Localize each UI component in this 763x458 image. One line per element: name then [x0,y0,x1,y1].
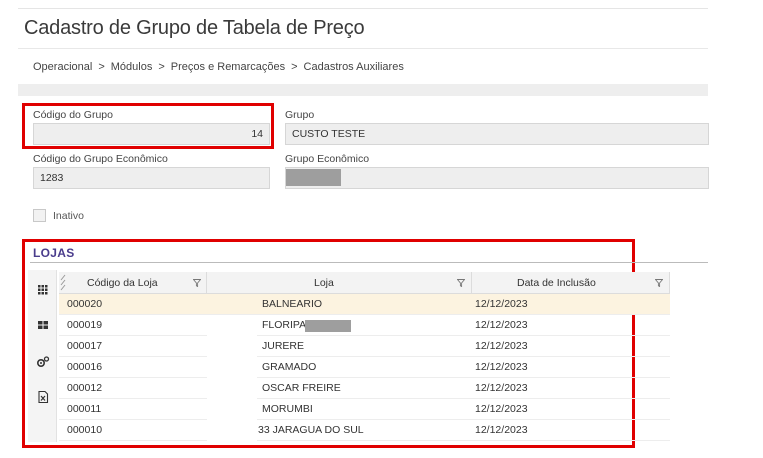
breadcrumb-separator: > [158,61,165,73]
codigo-grupo-economico-label: Código do Grupo Econômico [33,153,168,165]
cell-data: 12/12/2023 [475,403,528,415]
column-header-codigo[interactable]: Código da Loja [59,272,207,294]
cell-data: 12/12/2023 [475,382,528,394]
breadcrumb-item-precos[interactable]: Preços e Remarcações [171,61,285,73]
highlight-codigo-grupo [22,103,274,149]
breadcrumb-item-cadastros[interactable]: Cadastros Auxiliares [304,61,404,73]
column-header-label: Loja [314,277,334,289]
cell-data: 12/12/2023 [475,340,528,352]
lojas-divider [30,262,708,263]
cell-loja: JURERE [262,340,305,352]
redaction-mask [286,169,341,186]
cell-codigo: 000016 [67,361,103,373]
lojas-section-title: LOJAS [33,246,75,260]
inativo-checkbox[interactable] [33,209,46,222]
table-row[interactable]: 000017 JURERE 12/12/2023 [59,336,670,357]
cell-codigo: 000019 [67,319,103,331]
excel-export-icon[interactable] [36,390,50,404]
cell-loja: OSCAR FREIRE [262,382,341,394]
redaction-mask [305,320,351,332]
cell-codigo: 000011 [67,403,102,415]
breadcrumb-item-operacional[interactable]: Operacional [33,61,92,73]
column-header-label: Data de Inclusão [517,277,596,289]
table-row[interactable]: 000016 GRAMADO 12/12/2023 [59,357,670,378]
filter-icon[interactable] [457,279,465,287]
inativo-label: Inativo [53,210,84,222]
breadcrumb: Operacional > Módulos > Preços e Remarca… [33,61,404,73]
table-row[interactable]: 000020 BALNEARIO 12/12/2023 [59,294,670,315]
cell-data: 12/12/2023 [475,361,528,373]
grupo-economico-field[interactable] [285,167,709,189]
filter-icon[interactable] [193,279,201,287]
cell-data: 12/12/2023 [475,298,528,310]
table-row[interactable]: 000019 FLORIPA 12/12/2023 [59,315,670,336]
filter-icon[interactable] [655,279,663,287]
cell-codigo: 000010 [67,424,103,436]
breadcrumb-item-modulos[interactable]: Módulos [111,61,153,73]
toolbar-strip [18,84,708,96]
cell-loja: MORUMBI [262,403,313,415]
grid-view-icon[interactable] [36,282,50,296]
cell-codigo: 000012 [67,382,103,394]
breadcrumb-separator: > [98,61,105,73]
cell-codigo: 000017 [67,340,103,352]
column-header-loja[interactable]: Loja [207,272,472,294]
column-header-data[interactable]: Data de Inclusão [472,272,670,294]
table-row[interactable]: 000010 33 JARAGUA DO SUL 12/12/2023 [59,420,670,441]
cell-loja: 33 JARAGUA DO SUL [258,424,364,436]
settings-icon[interactable] [36,355,50,369]
codigo-grupo-economico-field[interactable]: 1283 [33,167,270,189]
grupo-economico-label: Grupo Econômico [285,153,370,165]
cell-loja: BALNEARIO [262,298,323,310]
grupo-field[interactable]: CUSTO TESTE [285,123,709,145]
table-row[interactable]: 000011 MORUMBI 12/12/2023 [59,399,670,420]
title-divider [18,48,708,49]
card-view-icon[interactable] [36,318,50,332]
top-divider [18,8,708,9]
breadcrumb-separator: > [291,61,298,73]
cell-loja: FLORIPA [262,319,307,331]
resize-handle-icon [60,274,66,291]
cell-codigo: 000020 [67,298,103,310]
cell-data: 12/12/2023 [475,319,528,331]
column-header-label: Código da Loja [87,277,158,289]
cell-data: 12/12/2023 [475,424,528,436]
grid-sidebar [28,270,57,442]
cell-loja: GRAMADO [262,361,317,373]
table-row[interactable]: 000012 OSCAR FREIRE 12/12/2023 [59,378,670,399]
grid-header: Código da Loja Loja Data de Inclusão [59,272,670,294]
grupo-label: Grupo [285,109,315,121]
page-title: Cadastro de Grupo de Tabela de Preço [24,17,365,39]
